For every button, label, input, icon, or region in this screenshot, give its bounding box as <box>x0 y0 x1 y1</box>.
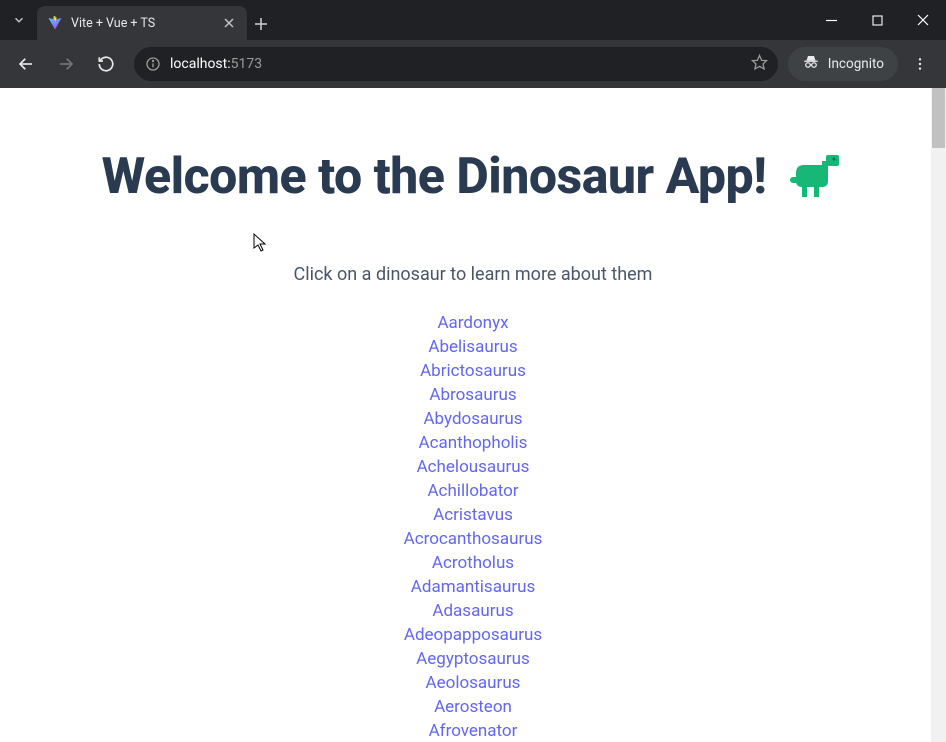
window-controls <box>808 0 946 40</box>
address-bar[interactable]: localhost:5173 <box>134 47 778 81</box>
reload-button[interactable] <box>88 46 124 82</box>
dinosaur-link[interactable]: Achillobator <box>30 481 916 501</box>
dinosaur-link[interactable]: Abrictosaurus <box>30 361 916 381</box>
dinosaur-link[interactable]: Acrocanthosaurus <box>30 529 916 549</box>
vite-favicon-icon <box>47 15 63 31</box>
dinosaur-link[interactable]: Adamantisaurus <box>30 577 916 597</box>
tabs-dropdown-button[interactable] <box>0 0 37 40</box>
dinosaur-link[interactable]: Acanthopholis <box>30 433 916 453</box>
close-window-button[interactable] <box>900 0 946 40</box>
tab-title: Vite + Vue + TS <box>71 16 213 31</box>
page-subtitle: Click on a dinosaur to learn more about … <box>30 264 916 285</box>
incognito-icon <box>802 53 820 75</box>
browser-toolbar: localhost:5173 Incognito <box>0 40 946 88</box>
dinosaur-link[interactable]: Abydosaurus <box>30 409 916 429</box>
maximize-button[interactable] <box>854 0 900 40</box>
forward-button[interactable] <box>48 46 84 82</box>
new-tab-button[interactable] <box>247 8 275 40</box>
dinosaur-link[interactable]: Afrovenator <box>30 721 916 741</box>
dinosaur-link[interactable]: Aerosteon <box>30 697 916 717</box>
dinosaur-link[interactable]: Adeopapposaurus <box>30 625 916 645</box>
tab-close-button[interactable] <box>221 15 237 31</box>
dinosaur-link[interactable]: Acristavus <box>30 505 916 525</box>
dinosaur-link[interactable]: Adasaurus <box>30 601 916 621</box>
dinosaur-icon <box>788 151 844 212</box>
titlebar-spacer <box>275 0 808 40</box>
dinosaur-link[interactable]: Aegyptosaurus <box>30 649 916 669</box>
dinosaur-link[interactable]: Acrotholus <box>30 553 916 573</box>
browser-tab[interactable]: Vite + Vue + TS <box>37 6 247 40</box>
dinosaur-link[interactable]: Abelisaurus <box>30 337 916 357</box>
viewport: Welcome to the Dinosaur App! Click on a … <box>0 88 946 742</box>
browser-menu-button[interactable] <box>902 46 938 82</box>
scrollbar-thumb[interactable] <box>932 88 945 148</box>
incognito-label: Incognito <box>828 56 884 72</box>
dinosaur-link[interactable]: Aeolosaurus <box>30 673 916 693</box>
scrollbar-track[interactable] <box>931 88 946 742</box>
dinosaur-list: Aardonyx Abelisaurus Abrictosaurus Abrosaur… <box>30 313 916 742</box>
back-button[interactable] <box>8 46 44 82</box>
bookmark-star-icon[interactable] <box>751 54 768 75</box>
dinosaur-link[interactable]: Abrosaurus <box>30 385 916 405</box>
dinosaur-link[interactable]: Achelousaurus <box>30 457 916 477</box>
address-text: localhost:5173 <box>170 56 743 72</box>
page-content: Welcome to the Dinosaur App! Click on a … <box>0 88 946 742</box>
browser-titlebar: Vite + Vue + TS <box>0 0 946 40</box>
site-info-icon[interactable] <box>144 55 162 73</box>
dinosaur-link[interactable]: Aardonyx <box>30 313 916 333</box>
incognito-chip[interactable]: Incognito <box>788 47 898 81</box>
page-title: Welcome to the Dinosaur App! <box>30 148 916 212</box>
minimize-button[interactable] <box>808 0 854 40</box>
